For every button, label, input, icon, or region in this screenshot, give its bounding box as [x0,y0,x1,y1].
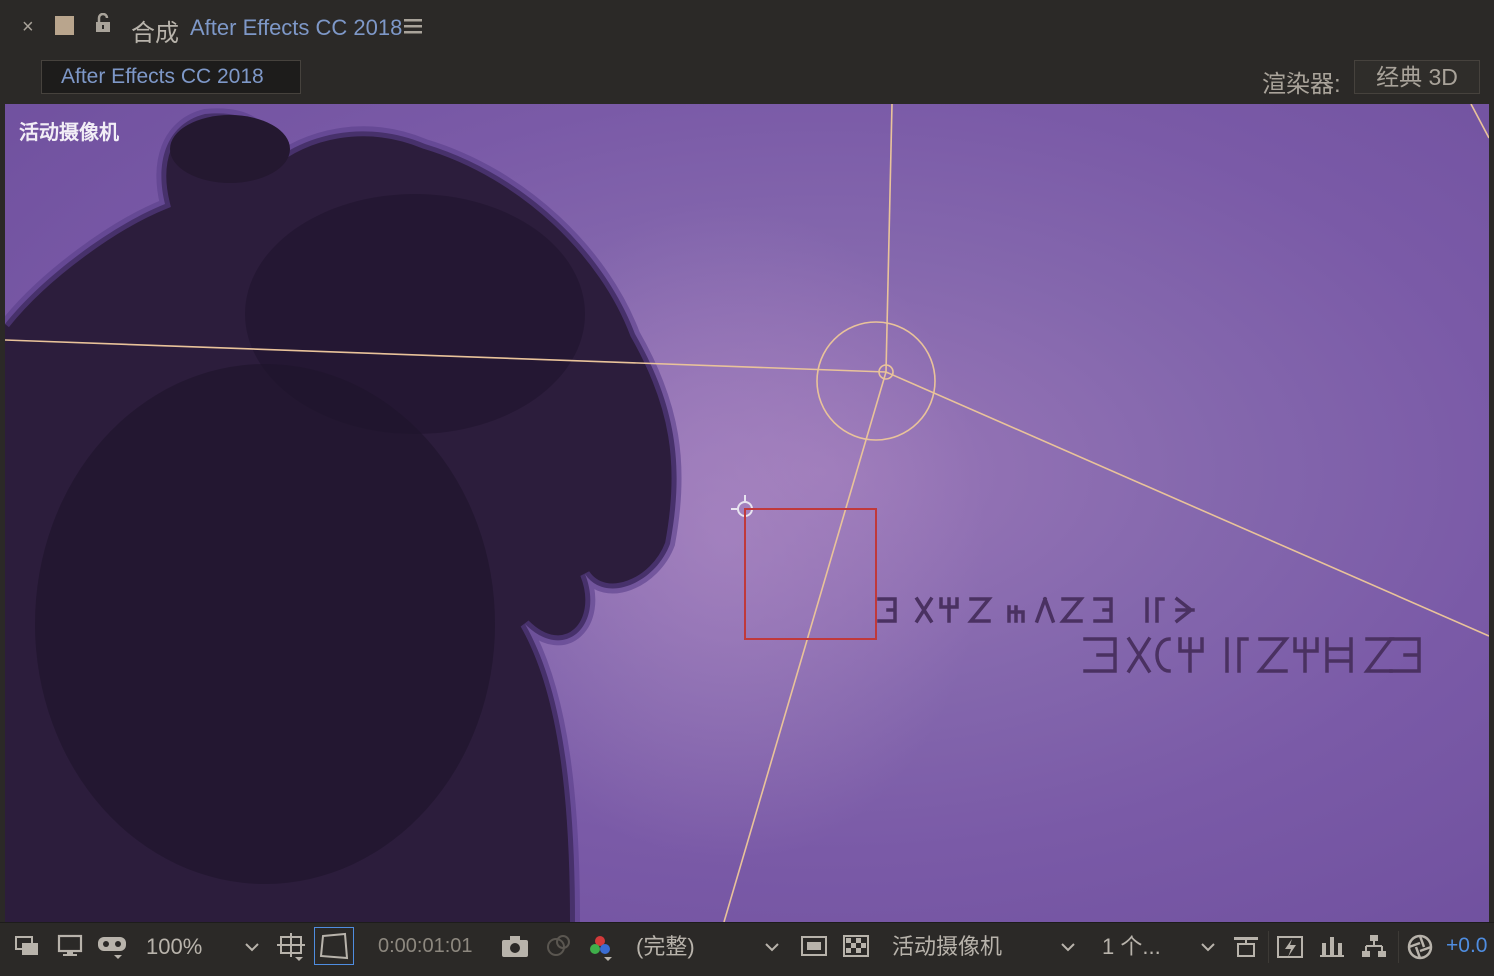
unlock-icon[interactable] [94,12,112,38]
fast-previews-icon[interactable] [1276,933,1304,966]
comp-tab[interactable]: After Effects CC 2018 [41,60,301,94]
views-layout-value: 1 个... [1102,934,1161,959]
chevron-down-icon [1060,929,1076,976]
monitor-icon[interactable] [57,933,83,964]
comp-tab-bar: After Effects CC 2018 渲染器: 经典 3D [0,56,1494,104]
mask-visibility-icon[interactable] [96,933,130,966]
timecode[interactable]: 0:00:01:01 [378,935,473,958]
region-of-interest-icon[interactable] [277,933,307,968]
checkerboard-icon[interactable] [842,933,870,964]
viewer-toolbar: 100% 0:00:01:01 (完整) 活动摄像机 1 个... +0.0 [0,922,1494,971]
chevron-down-icon [1200,929,1216,976]
reset-exposure-icon[interactable] [1406,933,1434,966]
panel-title-prefix: 合成 [131,20,179,47]
chevron-down-icon [764,929,780,976]
zoom-dropdown[interactable]: 100% [138,929,266,965]
renderer-dropdown[interactable]: 经典 3D [1354,60,1480,94]
panel-menu-icon[interactable] [404,18,422,39]
view-label: 活动摄像机 [19,122,119,144]
resolution-dropdown[interactable]: (完整) [628,929,786,965]
camera-view-dropdown[interactable]: 活动摄像机 [884,929,1082,965]
exposure-value[interactable]: +0.0 [1446,934,1487,958]
camera-snapshot-icon[interactable] [500,933,530,964]
views-layout-dropdown[interactable]: 1 个... [1094,929,1222,965]
show-snapshot-icon[interactable] [543,933,573,964]
flowchart-icon[interactable] [1360,933,1388,966]
toolbar-separator [1398,931,1399,963]
title-bar: × 合成 After Effects CC 2018 [0,0,1494,56]
zoom-value: 100% [146,934,203,959]
composition-viewer[interactable]: 活动摄像机 [5,104,1489,922]
transparency-grid-toggle[interactable] [314,927,354,965]
renderer-label: 渲染器: [1262,71,1341,98]
comp-color-swatch[interactable] [55,16,74,35]
chevron-down-icon [244,929,260,976]
toolbar-separator [1268,931,1269,963]
fast-preview-icon[interactable] [800,933,828,964]
resolution-value: (完整) [636,934,695,959]
panel-title-comp-name: After Effects CC 2018 [190,15,403,40]
toggle-pixel-aspect-icon[interactable] [1232,933,1260,966]
camera-view-value: 活动摄像机 [892,934,1003,959]
viewer-canvas [5,104,1489,922]
timeline-icon[interactable] [1318,933,1346,966]
always-preview-icon[interactable] [14,933,40,964]
channel-rgb-icon[interactable] [586,933,616,968]
close-icon[interactable]: × [22,16,34,39]
